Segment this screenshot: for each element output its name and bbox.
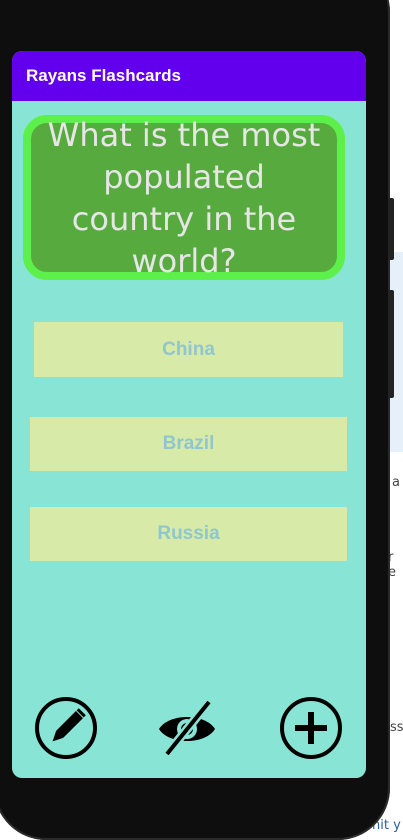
background-fragment-4: ss (390, 720, 403, 735)
phone-volume-button (388, 290, 394, 398)
add-card-button[interactable] (279, 696, 343, 760)
phone-power-button (388, 198, 394, 260)
background-fragment-2: a (392, 475, 400, 490)
answer-option-2[interactable]: Brazil (30, 417, 347, 471)
toggle-visibility-button[interactable] (155, 696, 219, 760)
answer-option-1[interactable]: China (34, 322, 343, 377)
eye-off-icon (159, 699, 215, 757)
background-fragment-3: r e (388, 550, 396, 580)
app-screen: Rayans Flashcards What is the most popul… (12, 51, 366, 778)
question-text: What is the most populated country in th… (47, 115, 321, 280)
app-bar: Rayans Flashcards (12, 51, 366, 101)
app-title: Rayans Flashcards (26, 66, 181, 85)
plus-circle-icon (280, 697, 342, 759)
answer-option-3[interactable]: Russia (30, 507, 347, 561)
edit-button[interactable] (34, 696, 98, 760)
question-card[interactable]: What is the most populated country in th… (23, 115, 345, 280)
pencil-icon (35, 697, 97, 759)
